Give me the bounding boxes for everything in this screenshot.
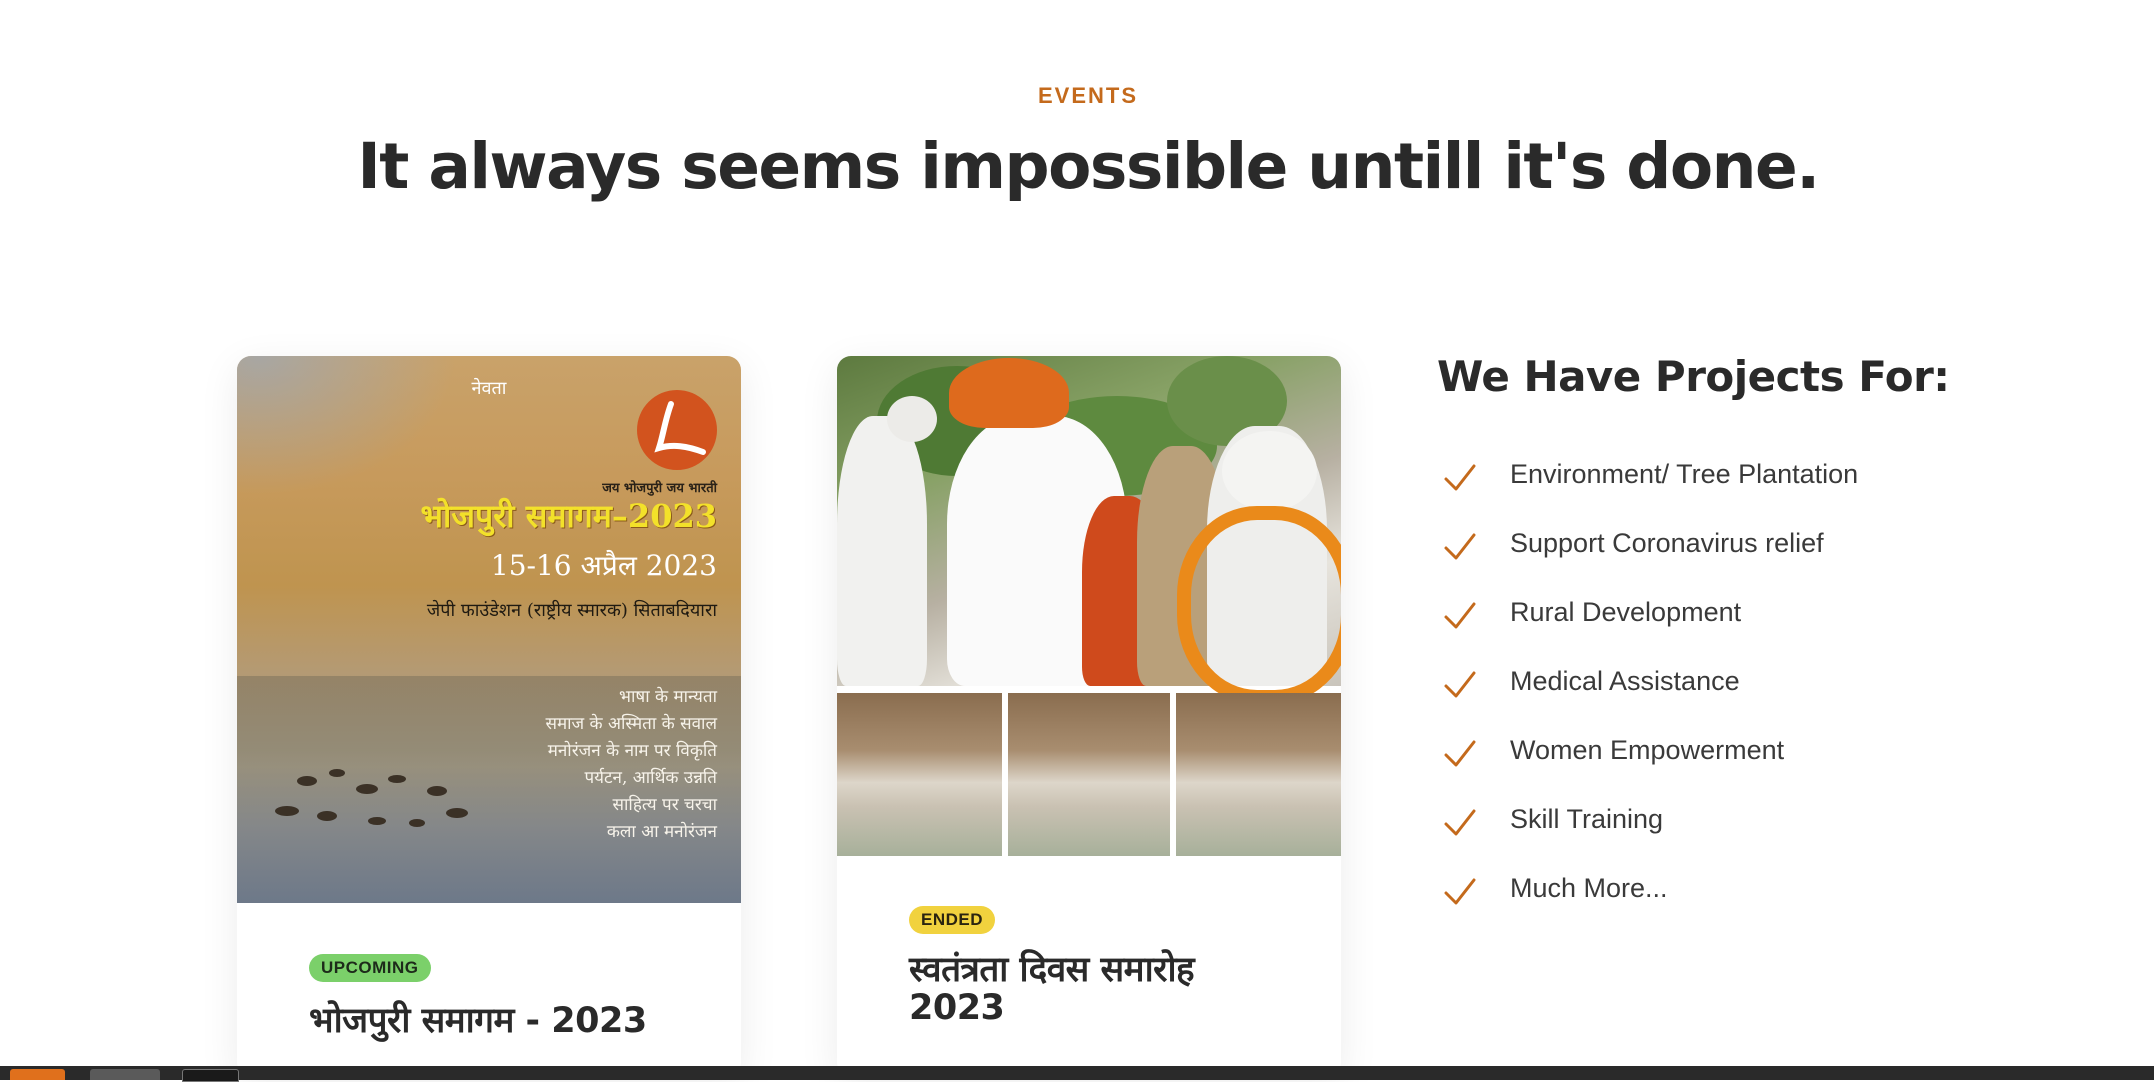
os-taskbar (0, 1066, 2154, 1080)
event-thumbnail-1[interactable] (837, 693, 1002, 856)
event-title[interactable]: स्वतंत्रता दिवस समारोह 2023 (909, 951, 1289, 1027)
poster-topics: भाषा के मान्यता समाज के अस्मिता के सवाल … (545, 684, 717, 846)
project-label: Much More... (1510, 873, 1668, 903)
checkmark-icon (1444, 878, 1476, 905)
event-thumbnail-2[interactable] (1008, 693, 1170, 856)
event-card-bhojpuri-samagam[interactable]: नेवता जय भोजपुरी जय भारती भोजपुरी समागम–… (237, 356, 741, 1076)
poster-topic: साहित्य पर चरचा (612, 795, 717, 815)
checkmark-icon (1444, 533, 1476, 560)
project-label: Rural Development (1510, 597, 1742, 627)
project-item: Environment/ Tree Plantation (1440, 456, 1858, 525)
project-item: Skill Training (1440, 801, 1858, 870)
project-label: Support Coronavirus relief (1510, 528, 1824, 558)
checkmark-icon (1444, 740, 1476, 767)
project-label: Environment/ Tree Plantation (1510, 459, 1859, 489)
event-title[interactable]: भोजपुरी समागम - 2023 (309, 996, 647, 1043)
taskbar-app-icon[interactable] (90, 1069, 160, 1080)
foundation-logo-icon (637, 390, 717, 470)
project-label: Women Empowerment (1510, 735, 1785, 765)
poster-title: भोजपुरी समागम–2023 (420, 497, 718, 535)
project-label: Skill Training (1510, 804, 1664, 834)
projects-list: Environment/ Tree Plantation Support Cor… (1440, 456, 1858, 939)
poster-topic: समाज के अस्मिता के सवाल (545, 714, 717, 734)
checkmark-icon (1444, 809, 1476, 836)
status-badge-upcoming: UPCOMING (309, 954, 431, 982)
project-item: Rural Development (1440, 594, 1858, 663)
project-item: Much More... (1440, 870, 1858, 939)
poster-venue: जेपी फाउंडेशन (राष्ट्रीय स्मारक) सिताबदि… (426, 600, 717, 621)
events-eyebrow: EVENTS (1037, 83, 1139, 108)
checkmark-icon (1444, 671, 1476, 698)
poster-topic: भाषा के मान्यता (619, 687, 717, 707)
cattle-illustration (275, 769, 468, 827)
poster-topic: पर्यटन, आर्थिक उन्नति (584, 768, 717, 788)
project-item: Support Coronavirus relief (1440, 525, 1858, 594)
status-badge-ended: ENDED (909, 906, 996, 934)
taskbar-app-icon[interactable] (10, 1069, 65, 1080)
checkmark-icon (1444, 602, 1476, 629)
projects-heading: We Have Projects For: (1437, 352, 1950, 401)
project-item: Women Empowerment (1440, 732, 1858, 801)
event-thumbnail-3[interactable] (1176, 693, 1341, 856)
event-card-independence-day[interactable]: ENDED स्वतंत्रता दिवस समारोह 2023 (837, 356, 1341, 1076)
checkmark-icon (1444, 464, 1476, 491)
poster-topic: कला आ मनोरंजन (606, 822, 717, 842)
event-main-photo[interactable] (837, 356, 1341, 704)
project-label: Medical Assistance (1510, 666, 1740, 696)
project-item: Medical Assistance (1440, 663, 1858, 732)
event-poster-image[interactable]: नेवता जय भोजपुरी जय भारती भोजपुरी समागम–… (237, 356, 741, 903)
section-headline: It always seems impossible untill it's d… (357, 130, 1820, 203)
poster-topic: मनोरंजन के नाम पर विकृति (547, 741, 717, 761)
taskbar-app-icon[interactable] (182, 1069, 239, 1082)
poster-date: 15-16 अप्रैल 2023 (490, 549, 717, 582)
